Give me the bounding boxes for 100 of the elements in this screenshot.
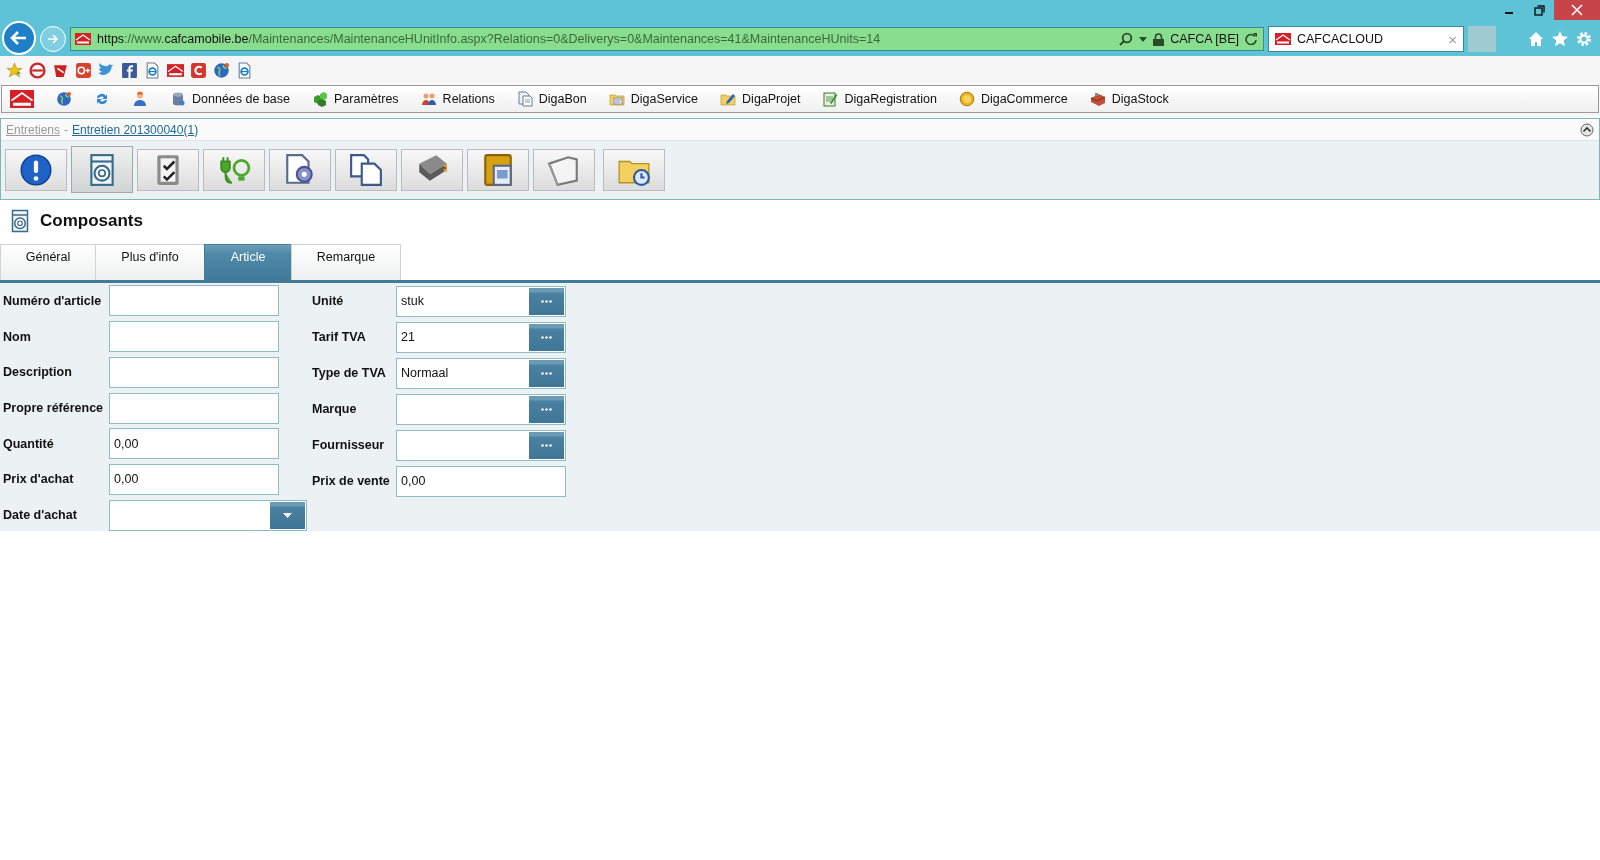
address-field[interactable]: https://www.cafcamobile.be/Maintenances/MaintenanceHUnitInfo.aspx?Relations=0&Deliverys=0&Maintenances=41&MaintenanceHUnits=14 [97,32,1114,46]
input-field[interactable]: 0,00 [109,428,279,460]
field-label: Nom [3,329,32,344]
lookup-button[interactable] [529,287,564,315]
collapse-icon[interactable] [1580,122,1594,137]
globe-icon[interactable] [56,91,72,107]
refresh-icon[interactable] [94,91,110,107]
forward-arrow-icon [46,32,60,46]
logo-icon [75,31,91,47]
f-icon [121,61,138,79]
search-icon[interactable] [1119,32,1134,46]
field-label: Tarif TVA [312,330,367,344]
field-label: Unité [312,294,345,308]
toolbar-button[interactable] [603,149,665,191]
caret-icon [283,512,292,518]
menu-item[interactable]: DigaProjet [720,91,801,107]
menu-item[interactable]: DigaStock [1089,91,1169,107]
c-icon [190,61,207,79]
toolbar-button[interactable] [401,149,463,191]
tab[interactable]: Remarque [291,244,401,280]
menu-item[interactable]: Relations [420,91,495,107]
person-icon[interactable] [132,91,148,107]
document-icon [516,91,533,107]
lookup-button[interactable] [529,359,564,387]
logo-icon [167,61,184,79]
toolbar-button[interactable] [467,149,529,191]
menu-item[interactable]: DigaBon [516,91,587,107]
toolbar-button[interactable] [335,149,397,191]
toolbar-button[interactable] [533,149,595,191]
field-label: Prix d'achat [3,472,75,487]
menu-item[interactable]: Données de base [170,91,290,107]
field-label: Fournisseur [312,438,386,452]
site-identity[interactable]: CAFCA [BE] [1170,32,1239,46]
toolbar-button[interactable] [71,146,133,193]
info-icon [19,153,53,187]
close-icon[interactable] [1571,4,1583,16]
star-icon [6,61,23,79]
database-icon [170,91,186,107]
menu-item[interactable]: Paramètres [312,91,399,107]
gplus-icon [75,61,92,79]
section-title: Composants [40,211,143,231]
restore-icon[interactable] [1533,4,1545,16]
field-label: Date d'achat [3,508,78,523]
more-icon [541,407,552,411]
dropdown-button[interactable] [270,501,305,529]
lookup-button[interactable] [529,323,564,351]
field-label: Description [3,365,73,380]
folder-pen-icon [720,91,737,107]
logo-icon[interactable] [10,87,34,111]
tab[interactable]: Général [0,244,96,280]
lookup-field[interactable]: stuk [396,285,566,317]
documents-icon [349,153,383,187]
lock-icon [1153,32,1165,46]
more-icon [541,443,552,447]
input-field[interactable] [109,392,279,424]
lookup-field[interactable]: 21 [396,321,566,353]
input-field[interactable]: 0,00 [396,465,566,497]
menu-item[interactable]: DigaCommerce [958,91,1068,107]
toolbar-button[interactable] [269,149,331,191]
folder-document-icon [481,153,515,187]
coin-icon [958,91,975,107]
more-icon [541,335,552,339]
tab[interactable]: Article [204,244,292,280]
refresh-icon[interactable] [1245,33,1257,45]
input-field[interactable] [109,285,279,317]
notepad-icon [822,91,839,107]
menu-item[interactable]: DigaService [608,91,699,107]
field-label: Marque [312,402,358,416]
lookup-field[interactable] [396,429,566,461]
globe-icon [213,61,230,79]
toolbar-button[interactable] [203,149,265,191]
input-field[interactable] [109,321,279,353]
input-field[interactable]: 0,00 [109,463,279,495]
field-label: Prix de vente [312,474,391,488]
more-icon [541,299,552,303]
lookup-button[interactable] [529,431,564,459]
caret-icon[interactable] [1139,36,1148,42]
star-icon[interactable] [1552,31,1568,47]
people-icon [420,91,437,107]
page-icon [236,61,253,79]
input-field[interactable] [109,356,279,388]
field-label: Numéro d'article [3,293,103,308]
lookup-field[interactable]: Normaal [396,357,566,389]
logo-icon [1275,31,1291,47]
toolbar-button[interactable] [5,149,67,191]
browser-tab[interactable]: CAFCACLOUD × [1268,26,1464,52]
breadcrumb-separator: - [64,122,69,137]
lookup-button[interactable] [529,395,564,423]
field-label: Quantité [3,436,55,451]
more-icon [541,371,552,375]
breadcrumb-link[interactable]: Entretien 201300040(1) [72,122,199,137]
menu-item[interactable]: DigaRegistration [822,91,937,107]
tab[interactable]: Plus d'info [95,244,205,280]
lookup-field[interactable] [396,393,566,425]
page-icon [144,61,161,79]
date-field[interactable] [109,499,307,531]
toolbar-button[interactable] [137,149,199,191]
back-button[interactable] [2,21,36,55]
cubes-icon [312,91,328,107]
field-label: Type de TVA [312,366,387,380]
